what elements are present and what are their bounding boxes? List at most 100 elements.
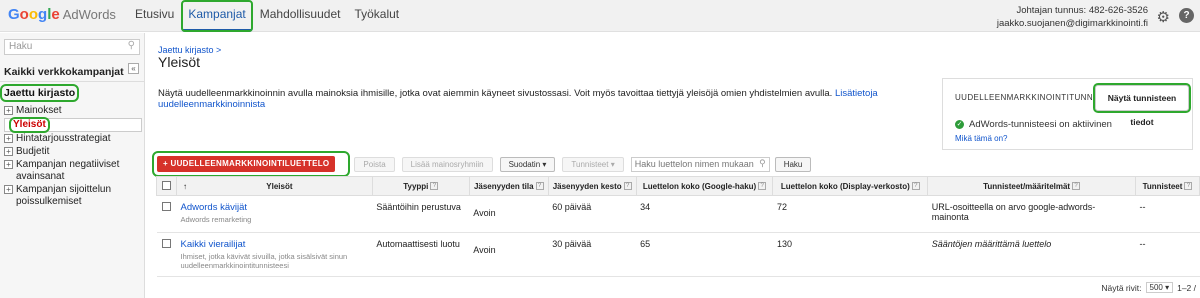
sidebar-item-mainokset[interactable]: + Mainokset [4,105,142,117]
toolbar: + UUDELLEENMARKKINOINTILUETTELO Poista L… [152,151,818,177]
account-id: Johtajan tunnus: 482-626-3526 [1016,5,1148,16]
collapse-sidebar-icon[interactable]: « [128,63,139,74]
tags-cell: -- [1135,232,1200,277]
help-icon[interactable]: ? [1179,8,1194,23]
expand-icon[interactable]: + [4,147,13,156]
rows-per-page-select[interactable]: 500 ▾ [1145,282,1174,293]
col-header-membership-duration[interactable]: Jäsenyyden kesto? [547,176,637,196]
search-size-cell: 34 [636,195,773,233]
row-checkbox[interactable] [161,202,171,211]
col-header-membership-status[interactable]: Jäsenyyden tila? [468,176,549,196]
google-adwords-logo[interactable]: Google AdWords [8,6,116,23]
shared-library-link[interactable]: Jaettu kirjasto [0,84,80,102]
definition-cell: Sääntöjen määrittämä luettelo [927,232,1136,277]
help-icon[interactable]: ? [623,182,632,191]
audiences-table: ↑ Yleisöt Tyyppi? Jäsenyyden tila? Jäseny… [156,176,1200,277]
type-cell: Sääntöihin perustuva [372,195,470,233]
expand-icon[interactable]: + [4,185,13,194]
table-header-row: ↑ Yleisöt Tyyppi? Jäsenyyden tila? Jäseny… [156,176,1200,196]
nav-kampanjat[interactable]: Kampanjat [181,0,253,32]
col-header-tags[interactable]: Tunnisteet? [1134,176,1200,196]
col-header-tag-definitions[interactable]: Tunnisteet/määritelmät? [927,176,1136,196]
tag-status: ✓ AdWords-tunnisteesi on aktiivinen [955,119,1112,130]
main-nav: Etusivu Kampanjat Mahdollisuudet Työkalu… [128,0,406,32]
expand-icon[interactable]: + [4,160,13,169]
definition-cell: URL-osoitteella on arvo google-adwords-m… [927,195,1136,233]
select-all-cell [156,176,177,196]
tags-cell: -- [1135,195,1200,233]
all-campaigns-link[interactable]: Kaikki verkkokampanjat [4,66,124,78]
expand-icon[interactable]: + [4,134,13,143]
highlight-frame: + UUDELLEENMARKKINOINTILUETTELO [152,151,351,177]
help-icon[interactable]: ? [911,182,920,191]
search-size-cell: 65 [636,232,773,277]
sidebar-item-negative-keywords[interactable]: + Kampanjan negatiiviset avainsanat [4,159,142,183]
help-icon[interactable]: ? [535,182,544,191]
col-header-audiences[interactable]: ↑ Yleisöt [175,176,373,196]
library-tree: + Mainokset Yleisöt + Hintatarjousstrate… [4,105,142,209]
what-is-this-link[interactable]: Mikä tämä on? [955,134,1007,143]
nav-tyokalut[interactable]: Työkalut [347,0,406,32]
audience-name-link[interactable]: Adwords kävijät [180,202,368,213]
page-title: Yleisöt [158,54,201,70]
help-icon[interactable]: ? [1072,182,1081,191]
table-row: Adwords kävijät Adwords remarketing Sään… [156,195,1200,233]
display-size-cell: 72 [772,195,928,233]
audience-cell: Kaikki vierailijat Ihmiset, jotka kävivä… [176,232,373,277]
sidebar-item-yleisot[interactable]: Yleisöt [4,117,142,133]
help-icon[interactable]: ? [430,182,439,191]
account-info[interactable]: Johtajan tunnus: 482-626-3526 jaakko.suo… [997,4,1148,30]
tag-box-heading: UUDELLEENMARKKINOINTITUNNISTE [955,93,1113,102]
row-select-cell [156,195,177,233]
search-button[interactable]: Haku [774,156,812,172]
sort-arrow-icon: ↑ [182,181,187,191]
divider [0,81,145,82]
sidebar: Haku ⚲ Kaikki verkkokampanjat « Jaettu k… [0,33,145,298]
tags-dropdown[interactable]: Tunnisteet ▾ [562,156,624,172]
add-to-ad-groups-button[interactable]: Lisää mainosryhmiin [401,156,493,172]
view-tag-details-button[interactable]: Näytä tunnisteen tiedot [1093,83,1191,127]
rows-label: Näytä rivit: [1101,282,1142,293]
remarketing-tag-box: UUDELLEENMARKKINOINTITUNNISTE Näytä tunn… [942,78,1193,150]
help-icon[interactable]: ? [1184,182,1193,191]
status-cell: Avoin [469,232,549,277]
sidebar-item-placement-exclusions[interactable]: + Kampanjan sijoittelun poissulkemiset [4,184,142,208]
display-size-cell: 130 [772,232,928,277]
select-all-checkbox[interactable] [161,180,171,190]
search-icon: ⚲ [127,40,135,51]
gear-icon[interactable]: ⚙ [1157,8,1170,26]
status-cell: Avoin [469,195,549,233]
row-select-cell [156,232,177,277]
sidebar-search-input[interactable]: Haku ⚲ [4,39,140,55]
nav-mahdollisuudet[interactable]: Mahdollisuudet [253,0,348,32]
audience-cell: Adwords kävijät Adwords remarketing [176,195,373,233]
pagination-footer: Näytä rivit: 500 ▾ 1–2 / [1101,282,1196,293]
expand-icon[interactable]: + [4,106,13,115]
audience-description: Ihmiset, jotka kävivät sivuilla, jotka s… [180,252,348,270]
help-icon[interactable]: ? [758,182,767,191]
sidebar-item-budgets[interactable]: + Budjetit [4,146,142,158]
page-description: Näytä uudelleenmarkkinoinnin avulla main… [158,88,878,110]
col-header-display-size[interactable]: Luettelon koko (Display-verkosto)? [772,176,929,196]
duration-cell: 30 päivää [548,232,637,277]
new-remarketing-list-button[interactable]: + UUDELLEENMARKKINOINTILUETTELO [157,156,336,172]
audience-description: Adwords remarketing [180,215,252,224]
table-row: Kaikki vierailijat Ihmiset, jotka kävivä… [156,232,1200,277]
top-bar: Google AdWords Etusivu Kampanjat Mahdolli… [0,0,1200,32]
page-range: 1–2 / [1177,282,1196,293]
col-header-search-size[interactable]: Luettelon koko (Google-haku)? [635,176,774,196]
nav-etusivu[interactable]: Etusivu [128,0,181,32]
remove-button[interactable]: Poista [354,156,395,172]
type-cell: Automaattisesti luotu [372,232,470,277]
account-email: jaakko.suojanen@digimarkkinointi.fi [996,18,1148,29]
col-header-type[interactable]: Tyyppi? [371,176,470,196]
row-checkbox[interactable] [161,239,171,248]
filter-dropdown[interactable]: Suodatin ▾ [499,156,556,172]
main-content: Jaettu kirjasto > Yleisöt Näytä uudellee… [146,33,1200,298]
check-icon: ✓ [955,120,964,129]
sidebar-item-bid-strategies[interactable]: + Hintatarjousstrategiat [4,133,142,145]
list-search-input[interactable]: Haku luettelon nimen mukaan ⚲ [630,156,770,172]
search-icon: ⚲ [759,157,766,168]
audience-name-link[interactable]: Kaikki vierailijat [180,239,368,250]
duration-cell: 60 päivää [548,195,637,233]
